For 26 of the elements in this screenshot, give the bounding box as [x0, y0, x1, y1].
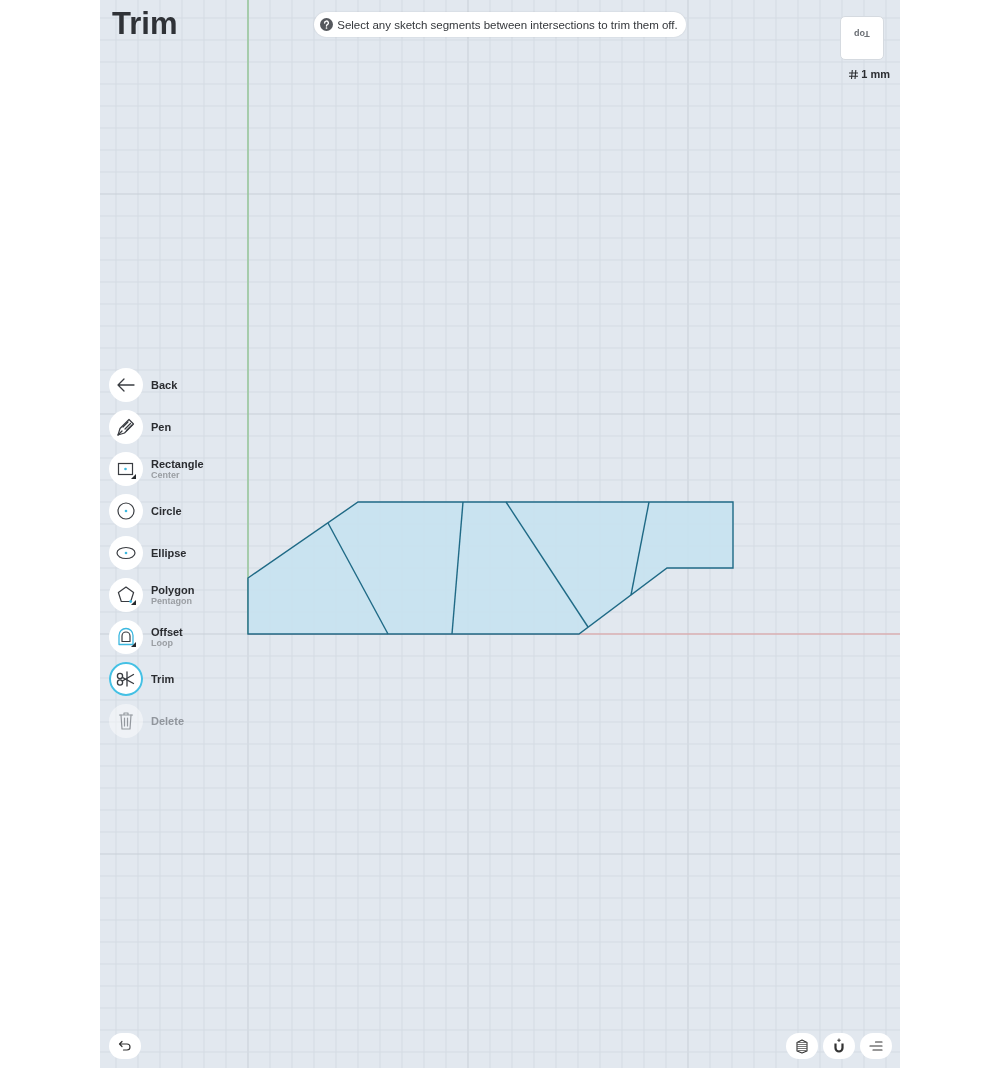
- help-icon: [320, 18, 334, 31]
- screen-title: Trim: [112, 5, 178, 43]
- back-button[interactable]: Back: [109, 368, 178, 402]
- tool-button[interactable]: Polygon Pentagon: [109, 578, 195, 612]
- hint-text: Select any sketch segments between intersections to trim them off.: [337, 18, 678, 31]
- hatched-box-icon: [794, 1038, 810, 1054]
- tool-button[interactable]: Offset Loop: [109, 620, 183, 654]
- tool-button[interactable]: Circle: [109, 494, 182, 528]
- grid-icon: [849, 69, 859, 79]
- sketch-line[interactable]: [505, 501, 589, 628]
- snap-button[interactable]: [823, 1033, 855, 1059]
- undo-button[interactable]: [109, 1033, 141, 1059]
- magnet-icon: [831, 1038, 847, 1054]
- menu-icon: [868, 1038, 884, 1054]
- grid-scale-label: 1 mm: [861, 68, 890, 80]
- tool-button[interactable]: Ellipse: [109, 536, 187, 570]
- menu-button[interactable]: [860, 1033, 892, 1059]
- layers-button[interactable]: [786, 1033, 818, 1059]
- sketch-line[interactable]: [327, 522, 389, 635]
- view-cube[interactable]: Top: [840, 16, 884, 60]
- sketch-line[interactable]: [451, 501, 464, 635]
- tool-button[interactable]: Trim: [109, 662, 175, 696]
- sketch-line[interactable]: [630, 501, 650, 596]
- tool-button[interactable]: Rectangle Center: [109, 452, 204, 486]
- undo-icon: [117, 1038, 133, 1054]
- tool-button[interactable]: Pen: [109, 410, 172, 444]
